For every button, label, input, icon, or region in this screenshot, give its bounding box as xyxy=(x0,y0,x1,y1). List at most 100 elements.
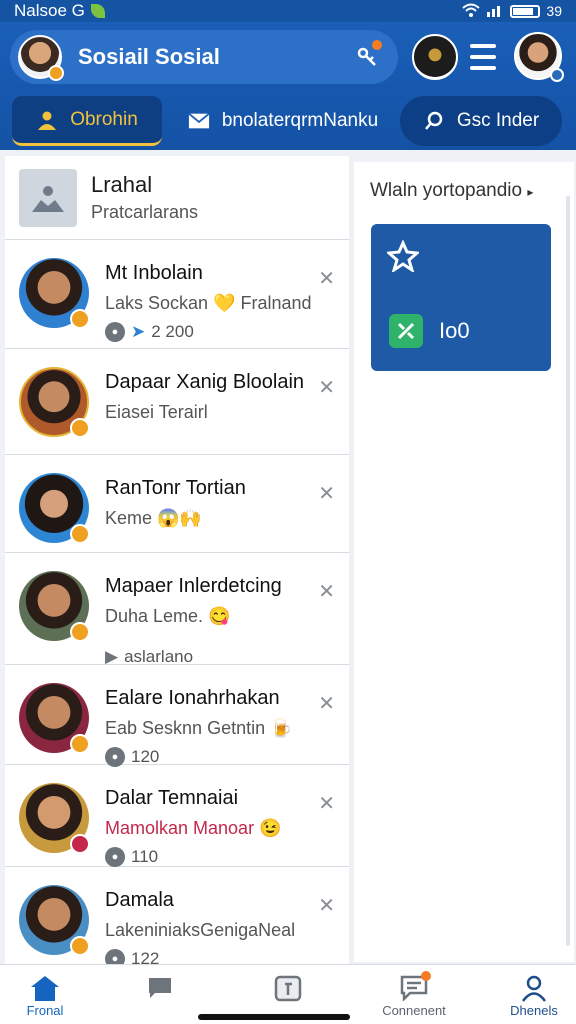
clock-icon: ● xyxy=(105,847,125,867)
avatar-badge xyxy=(48,65,64,81)
battery-percent: 39 xyxy=(546,3,562,19)
leaf-icon xyxy=(90,4,105,18)
menu-icon[interactable] xyxy=(470,44,496,70)
meta-count: 120 xyxy=(131,747,160,766)
top-card[interactable]: Lrahal Pratcarlarans xyxy=(5,156,349,240)
mail-icon xyxy=(188,110,210,132)
share-icon: ➤ xyxy=(131,322,146,341)
nav-profile[interactable]: Dhenels xyxy=(484,973,576,1018)
close-icon[interactable]: ✕ xyxy=(318,481,335,506)
close-icon[interactable]: ✕ xyxy=(318,579,335,604)
nav-home[interactable]: Fronal xyxy=(0,973,95,1018)
star-icon[interactable] xyxy=(385,239,421,277)
meta-count: 110 xyxy=(131,847,159,866)
avatar-badge xyxy=(70,309,90,329)
contact-subtitle: Eab Sesknn Getntin 🍺 xyxy=(105,718,293,738)
meta-text: aslarlano xyxy=(124,647,194,666)
list-item[interactable]: Mt Inbolain Laks Sockan 💛 Fralnand ● ➤ 2… xyxy=(5,240,349,349)
avatar[interactable] xyxy=(19,571,90,642)
home-indicator[interactable] xyxy=(198,1014,350,1020)
tile-value: Io0 xyxy=(439,318,470,343)
extensions-icon[interactable] xyxy=(354,40,382,70)
profile-avatar-badge xyxy=(550,68,564,82)
avatar-badge xyxy=(70,734,90,754)
list-item-body: Damala LakeniniaksGenigaNeal ● 122 xyxy=(105,889,295,969)
tab-label: Obrohin xyxy=(70,108,138,130)
person-icon xyxy=(36,109,58,131)
image-placeholder-icon xyxy=(19,168,77,227)
list-item-body: Dalar Temnaiai Mamolkan Manoar 😉 ● 110 xyxy=(105,787,281,867)
suggestion-label-text: Wlaln yortopandio xyxy=(370,180,523,201)
contact-subtitle: Duha Leme. 😋 xyxy=(105,606,231,626)
calendar-icon xyxy=(271,973,305,1003)
chevron-right-icon[interactable]: ▸ xyxy=(527,185,533,199)
comment-icon xyxy=(397,971,431,1003)
search-icon xyxy=(423,110,445,132)
suggestion-card[interactable]: Io0 xyxy=(371,224,551,371)
tab-label: Gsc Inder xyxy=(456,110,540,131)
chat-icon xyxy=(143,973,177,1003)
close-icon[interactable]: ✕ xyxy=(318,893,335,918)
contact-name: Ealare Ionahrhakan xyxy=(105,687,280,709)
avatar[interactable] xyxy=(19,885,90,956)
avatar[interactable] xyxy=(19,258,90,329)
contact-name: Dapaar Xanig Bloolain xyxy=(105,371,305,393)
avatar-badge xyxy=(70,622,90,642)
tools-icon[interactable] xyxy=(389,314,423,348)
close-icon[interactable]: ✕ xyxy=(318,375,335,400)
contact-meta: ● ➤ 2 200 xyxy=(105,322,312,342)
list-item[interactable]: RanTonr Tortian Keme 😱🙌 ✕ xyxy=(5,455,349,553)
avatar-badge xyxy=(70,524,90,544)
scrollbar[interactable] xyxy=(566,196,570,946)
contact-subtitle: Mamolkan Manoar 😉 xyxy=(105,818,282,838)
list-item-body: RanTonr Tortian Keme 😱🙌 xyxy=(105,477,246,529)
app-title: Sosiail Sosial xyxy=(78,44,220,69)
status-carrier: Nalsoe G xyxy=(14,1,85,20)
contact-subtitle: Laks Sockan 💛 Fralnand xyxy=(105,293,312,313)
avatar[interactable] xyxy=(19,367,90,438)
profile-avatar[interactable] xyxy=(514,32,564,82)
close-icon[interactable]: ✕ xyxy=(318,691,335,716)
mask-avatar-button[interactable] xyxy=(412,34,458,80)
close-icon[interactable]: ✕ xyxy=(318,266,335,291)
list-item-body: Mapaer Inlerdetcing Duha Leme. 😋 ▶ aslar… xyxy=(105,575,282,667)
title-bar[interactable]: Sosiail Sosial xyxy=(10,30,398,84)
contact-subtitle: Eiasei Terairl xyxy=(105,402,208,422)
notification-dot xyxy=(421,971,431,981)
list-item[interactable]: Dapaar Xanig Bloolain Eiasei Terairl ✕ xyxy=(5,349,349,455)
avatar[interactable] xyxy=(19,473,90,544)
status-bar: Nalsoe G 39 xyxy=(0,0,576,22)
contact-meta: ▶ aslarlano xyxy=(105,647,282,667)
avatar[interactable] xyxy=(19,783,90,854)
nav-comment[interactable]: Connenent xyxy=(364,971,464,1018)
close-icon[interactable]: ✕ xyxy=(318,791,335,816)
status-right: 39 xyxy=(462,3,562,20)
conversation-list[interactable]: Lrahal Pratcarlarans Mt Inbolain Laks So… xyxy=(5,156,349,969)
top-card-subtitle: Pratcarlarans xyxy=(91,202,199,222)
top-card-title: Lrahal xyxy=(91,172,153,197)
tab-2[interactable]: Gsc Inder xyxy=(400,96,562,146)
list-item[interactable]: Damala LakeniniaksGenigaNeal ● 122 ✕ xyxy=(5,867,349,969)
avatar[interactable] xyxy=(19,683,90,754)
tab-1[interactable]: bnolaterqrmNanku xyxy=(176,96,390,146)
contact-subtitle: LakeniniaksGenigaNeal xyxy=(105,920,296,940)
avatar[interactable] xyxy=(18,35,64,81)
list-item-body: Ealare Ionahrhakan Eab Sesknn Getntin 🍺 … xyxy=(105,687,293,767)
home-icon xyxy=(28,973,62,1003)
suggestion-label: Wlaln yortopandio ▸ xyxy=(370,180,533,202)
list-item[interactable]: Dalar Temnaiai Mamolkan Manoar 😉 ● 110 ✕ xyxy=(5,765,349,867)
contact-name: Dalar Temnaiai xyxy=(105,787,239,809)
tab-0[interactable]: Obrohin xyxy=(12,96,162,146)
list-item[interactable]: Mapaer Inlerdetcing Duha Leme. 😋 ▶ aslar… xyxy=(5,553,349,667)
status-left: Nalsoe G xyxy=(14,1,105,21)
tab-label: bnolaterqrmNanku xyxy=(221,110,379,131)
avatar-badge xyxy=(70,936,90,956)
list-item[interactable]: Ealare Ionahrhakan Eab Sesknn Getntin 🍺 … xyxy=(5,665,349,767)
notification-dot xyxy=(372,40,382,50)
nav-calendar[interactable] xyxy=(238,973,338,1003)
meta-count: 2 200 xyxy=(151,322,194,341)
contact-meta: ● 120 xyxy=(105,747,293,767)
nav-chat[interactable] xyxy=(110,973,210,1003)
profile-icon xyxy=(517,973,551,1003)
contact-meta: ● 110 xyxy=(105,847,281,867)
